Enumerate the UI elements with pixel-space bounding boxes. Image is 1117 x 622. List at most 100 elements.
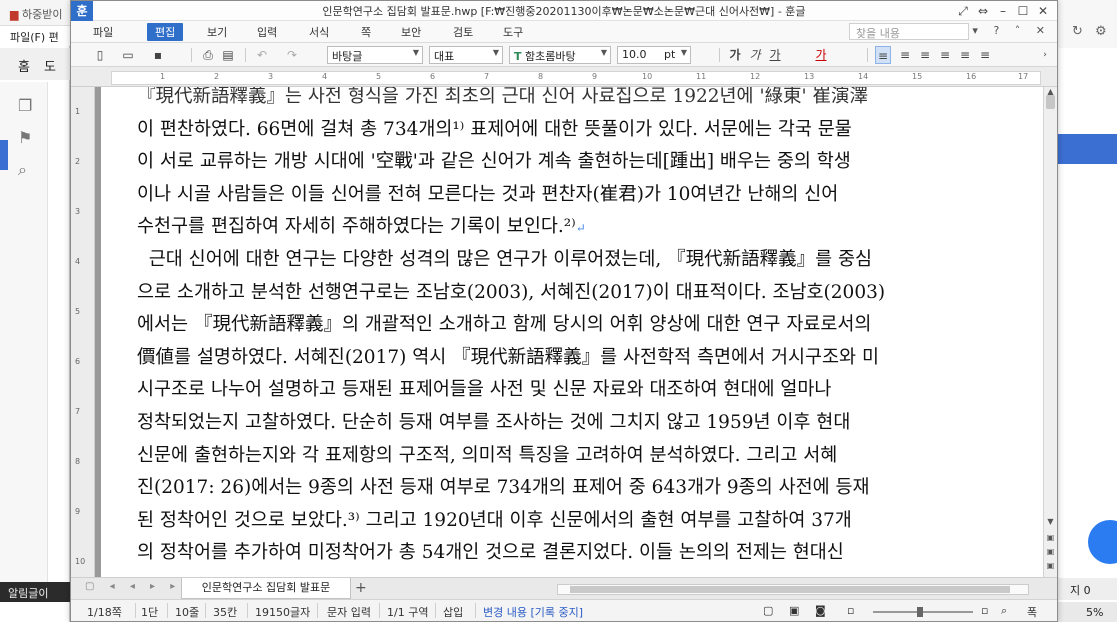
distribute-icon[interactable]: ≡ [957,46,973,64]
style-select[interactable]: 바탕글 ▼ [327,46,423,64]
preview-icon[interactable]: ▤ [221,46,235,64]
align-left-icon[interactable]: ≡ [897,46,913,64]
maximize-button[interactable]: ☐ [1013,1,1033,21]
text-line[interactable]: 에서는 『現代新語釋義』의 개괄적인 소개하고 함께 당시의 어휘 양상에 대한… [137,309,1017,342]
view-web-icon[interactable]: ◙ [815,604,826,617]
vertical-scrollbar[interactable]: ▲ ▼ ▣ ▣ ▣ [1043,87,1057,577]
tab-document[interactable]: 인문학연구소 집담회 발표문 [181,578,351,599]
zoom-mode-label[interactable]: 폭 [1027,604,1037,620]
font-size-input[interactable]: 10.0 pt ▼ [617,46,691,64]
status-track-changes[interactable]: 변경 내용 [기록 중지] [483,604,583,620]
align-center-icon[interactable]: ≡ [937,46,953,64]
tab-nav-icons[interactable]: ▢ ◂ ◂ ▸ ▸ [85,581,181,592]
background-right-zoom: 5% [1058,602,1117,622]
text-line[interactable]: 價値를 설명하였다. 서혜진(2017) 역시 『現代新語釋義』를 사전학적 측… [137,342,1017,375]
divide-icon[interactable]: ≡ [977,46,993,64]
text-line[interactable]: 시구조로 나누어 설명하고 등재된 표제어들을 사전 및 신문 자료와 대조하여… [137,374,1017,407]
hwp-window: 훈 인문학연구소 집담회 발표문.hwp [F:₩진행중20201130이후₩논… [70,0,1058,622]
background-icons[interactable]: ↻ ⚙ ◐ [1072,24,1117,39]
document-page[interactable]: 『現代新語釋義』는 사전 형식을 가진 최초의 근대 신어 사료집으로 1922… [101,87,1043,577]
chat-bubble-icon[interactable] [1088,520,1117,564]
text-line[interactable]: 『現代新語釋義』는 사전 형식을 가진 최초의 근대 신어 사료집으로 1922… [137,87,1017,114]
status-page[interactable]: 1/18쪽 [87,604,122,620]
menu-tools[interactable]: 도구 [503,24,523,40]
menu-format[interactable]: 서식 [309,24,329,40]
search-input[interactable]: 찾을 내용 [849,23,969,40]
text-line[interactable]: 이 서로 교류하는 개방 시대에 '空戰'과 같은 신어가 계속 출현하는데[踵… [137,146,1017,179]
horizontal-scrollbar[interactable] [557,584,1029,595]
bold-button[interactable]: 가 [727,46,743,64]
italic-button[interactable]: 가 [747,46,763,64]
zoom-search-icon[interactable]: ⌕ [1001,604,1007,618]
restore-layout-icon[interactable]: ⤢ [953,1,973,21]
bookmark-icon[interactable]: ⚑ [18,128,34,147]
view-page-icon[interactable]: ▣ [789,604,799,617]
language-select[interactable]: 대표 ▼ [429,46,503,64]
text-line[interactable]: 근대 신어에 대한 연구는 다양한 성격의 많은 연구가 이루어졌는데, 『現代… [137,244,1017,277]
horizontal-ruler[interactable]: 1 2 3 4 5 6 7 8 9 10 11 12 13 14 15 16 1… [71,67,1057,87]
attachment-icon[interactable]: ⌕ [18,160,34,179]
zoom-slider-knob[interactable] [917,607,923,617]
document-area[interactable]: 『現代新語釋義』는 사전 형식을 가진 최초의 근대 신어 사료집으로 1922… [95,87,1043,577]
menu-review[interactable]: 검토 [453,24,473,40]
text-color-button[interactable]: 가 [811,46,831,64]
background-tabs[interactable]: 홈도 [0,48,70,80]
font-select[interactable]: T 함초롬바탕 ▼ [509,46,611,64]
menu-insert[interactable]: 입력 [257,24,277,40]
scroll-thumb[interactable] [1046,95,1055,109]
toolbar-more-icon[interactable]: › [1039,46,1051,64]
align-justify-icon[interactable]: ≡ [875,46,891,64]
vertical-ruler[interactable]: 1 2 3 4 5 6 7 8 9 10 [71,87,95,577]
scroll-down-icon[interactable]: ▼ [1045,517,1056,528]
document-body[interactable]: 『現代新語釋義』는 사전 형식을 가진 최초의 근대 신어 사료집으로 1922… [137,87,1017,570]
close-button[interactable]: ✕ [1033,1,1053,21]
horizontal-scroll-thumb[interactable] [570,586,1010,593]
background-menu[interactable]: 파일(F) 편 [0,26,70,46]
redo-icon[interactable]: ↷ [285,46,299,64]
print-icon[interactable]: ⎙ [201,46,215,64]
text-line[interactable]: 이 편찬하였다. 66면에 걸쳐 총 734개의¹⁾ 표제어에 대한 뜻풀이가 … [137,114,1017,147]
background-right-accent [1058,134,1117,164]
window-controls: ⤢ ⇔ – ☐ ✕ [953,1,1053,21]
underline-button[interactable]: 가 [767,46,783,64]
text-line[interactable]: 수천구를 편집하여 자세히 주해하였다는 기록이 보인다.²⁾↵ [137,211,1017,244]
text-line[interactable]: 진(2017: 26)에서는 9종의 사전 등재 여부로 734개의 표제어 중… [137,472,1017,505]
new-doc-icon[interactable]: ▯ [93,46,107,64]
menu-view[interactable]: 보기 [207,24,227,40]
save-icon[interactable]: ▪ [151,46,165,64]
title-bar[interactable]: 훈 인문학연구소 집담회 발표문.hwp [F:₩진행중20201130이후₩논… [71,1,1057,21]
background-status: 알림글이 [0,582,70,602]
zoom-slider[interactable] [873,607,973,617]
minimize-button[interactable]: – [993,1,1013,21]
document-tab-bar: ▢ ◂ ◂ ▸ ▸ 인문학연구소 집담회 발표문 + [71,577,1057,599]
add-tab-button[interactable]: + [355,580,367,596]
split-icon[interactable]: ⇔ [973,1,993,21]
undo-icon[interactable]: ↶ [255,46,269,64]
pdf-icon: ▆ [10,8,19,21]
open-icon[interactable]: ▭ [121,46,135,64]
menu-security[interactable]: 보안 [401,24,421,40]
align-right-icon[interactable]: ≡ [917,46,933,64]
menu-bar: 파일 편집 보기 입력 서식 쪽 보안 검토 도구 찾을 내용 ▾ ? ˄ ✕ [71,21,1057,43]
next-page-icon[interactable]: ▣ [1045,561,1056,572]
menu-file[interactable]: 파일 [93,24,113,40]
text-line[interactable]: 의 정착어를 추가하여 미정착어가 총 54개인 것으로 결론지었다. 이들 논… [137,537,1017,570]
zoom-in-icon[interactable]: ▫ [981,604,988,617]
menu-edit[interactable]: 편집 [147,23,184,41]
text-line[interactable]: 된 정착어인 것으로 보았다.³⁾ 그리고 1920년대 이후 신문에서의 출현… [137,505,1017,538]
prev-page-icon[interactable]: ▣ [1045,533,1056,544]
window-title: 인문학연구소 집담회 발표문.hwp [F:₩진행중20201130이후₩논문₩… [322,5,806,18]
text-line[interactable]: 으로 소개하고 분석한 선행연구로는 조남호(2003), 서혜진(2017)이… [137,277,1017,310]
background-right-status: 지 0 [1058,578,1117,600]
page-icon[interactable]: ▣ [1045,547,1056,558]
menu-page[interactable]: 쪽 [361,24,371,40]
text-line[interactable]: 정착되었는지 고찰하였다. 단순히 등재 여부를 조사하는 것에 그치지 않고 … [137,407,1017,440]
pages-icon[interactable]: ❐ [18,96,34,115]
menu-right-icons[interactable]: ▾ ? ˄ ✕ [972,24,1051,37]
background-window-right: ↻ ⚙ ◐ 지 0 5% [1058,0,1117,622]
text-line[interactable]: 이나 시골 사람들은 이들 신어를 전혀 모른다는 것과 편찬자(崔君)가 10… [137,179,1017,212]
text-line[interactable]: 신문에 출현하는지와 각 표제항의 구조적, 의미적 특징을 고려하여 분석하였… [137,440,1017,473]
view-normal-icon[interactable]: ▢ [763,604,773,617]
status-insert-mode[interactable]: 삽입 [443,604,463,620]
zoom-out-icon[interactable]: ▫ [847,604,854,617]
